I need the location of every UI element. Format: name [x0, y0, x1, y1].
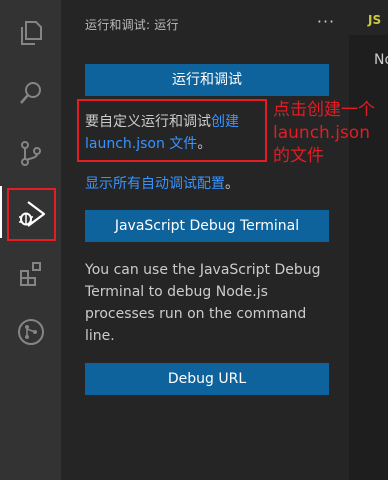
search-icon[interactable] — [0, 67, 61, 119]
show-all-configs-link[interactable]: 显示所有自动调试配置 — [85, 176, 225, 192]
annotation-text: 点击创建一个 launch.json 的文件 — [273, 99, 388, 168]
explorer-icon[interactable] — [0, 7, 61, 59]
annotation-line: launch.json — [273, 123, 370, 143]
highlight-box-icon — [7, 188, 56, 241]
annotation-line: 点击创建一个 — [273, 100, 375, 120]
annotation-line: 的文件 — [273, 146, 324, 166]
highlight-box-text — [77, 99, 267, 162]
activity-bar — [0, 0, 61, 480]
remote-icon[interactable] — [0, 306, 61, 358]
debug-terminal-description: You can use the JavaScript Debug Termina… — [85, 262, 321, 344]
editor-partial-text: No — [374, 52, 388, 68]
editor-area: JS No — [349, 0, 388, 480]
more-actions-button[interactable]: ··· — [314, 11, 338, 33]
sidebar-title: 运行和调试: 运行 — [85, 18, 179, 32]
tab-strip: JS — [349, 0, 388, 35]
vscode-window: 运行和调试: 运行 ··· 运行和调试 要自定义运行和调试创建 launch.j… — [0, 0, 388, 480]
show-all-text: 显示所有自动调试配置。 — [85, 173, 335, 195]
run-debug-sidebar: 运行和调试: 运行 ··· 运行和调试 要自定义运行和调试创建 launch.j… — [61, 0, 349, 480]
js-tab-icon[interactable]: JS — [368, 13, 381, 27]
extensions-icon[interactable] — [0, 248, 61, 300]
javascript-debug-terminal-button[interactable]: JavaScript Debug Terminal — [85, 210, 329, 242]
debug-url-button[interactable]: Debug URL — [85, 363, 329, 395]
run-and-debug-button[interactable]: 运行和调试 — [85, 64, 329, 96]
source-control-icon[interactable] — [0, 127, 61, 179]
show-all-suffix: 。 — [225, 176, 239, 192]
